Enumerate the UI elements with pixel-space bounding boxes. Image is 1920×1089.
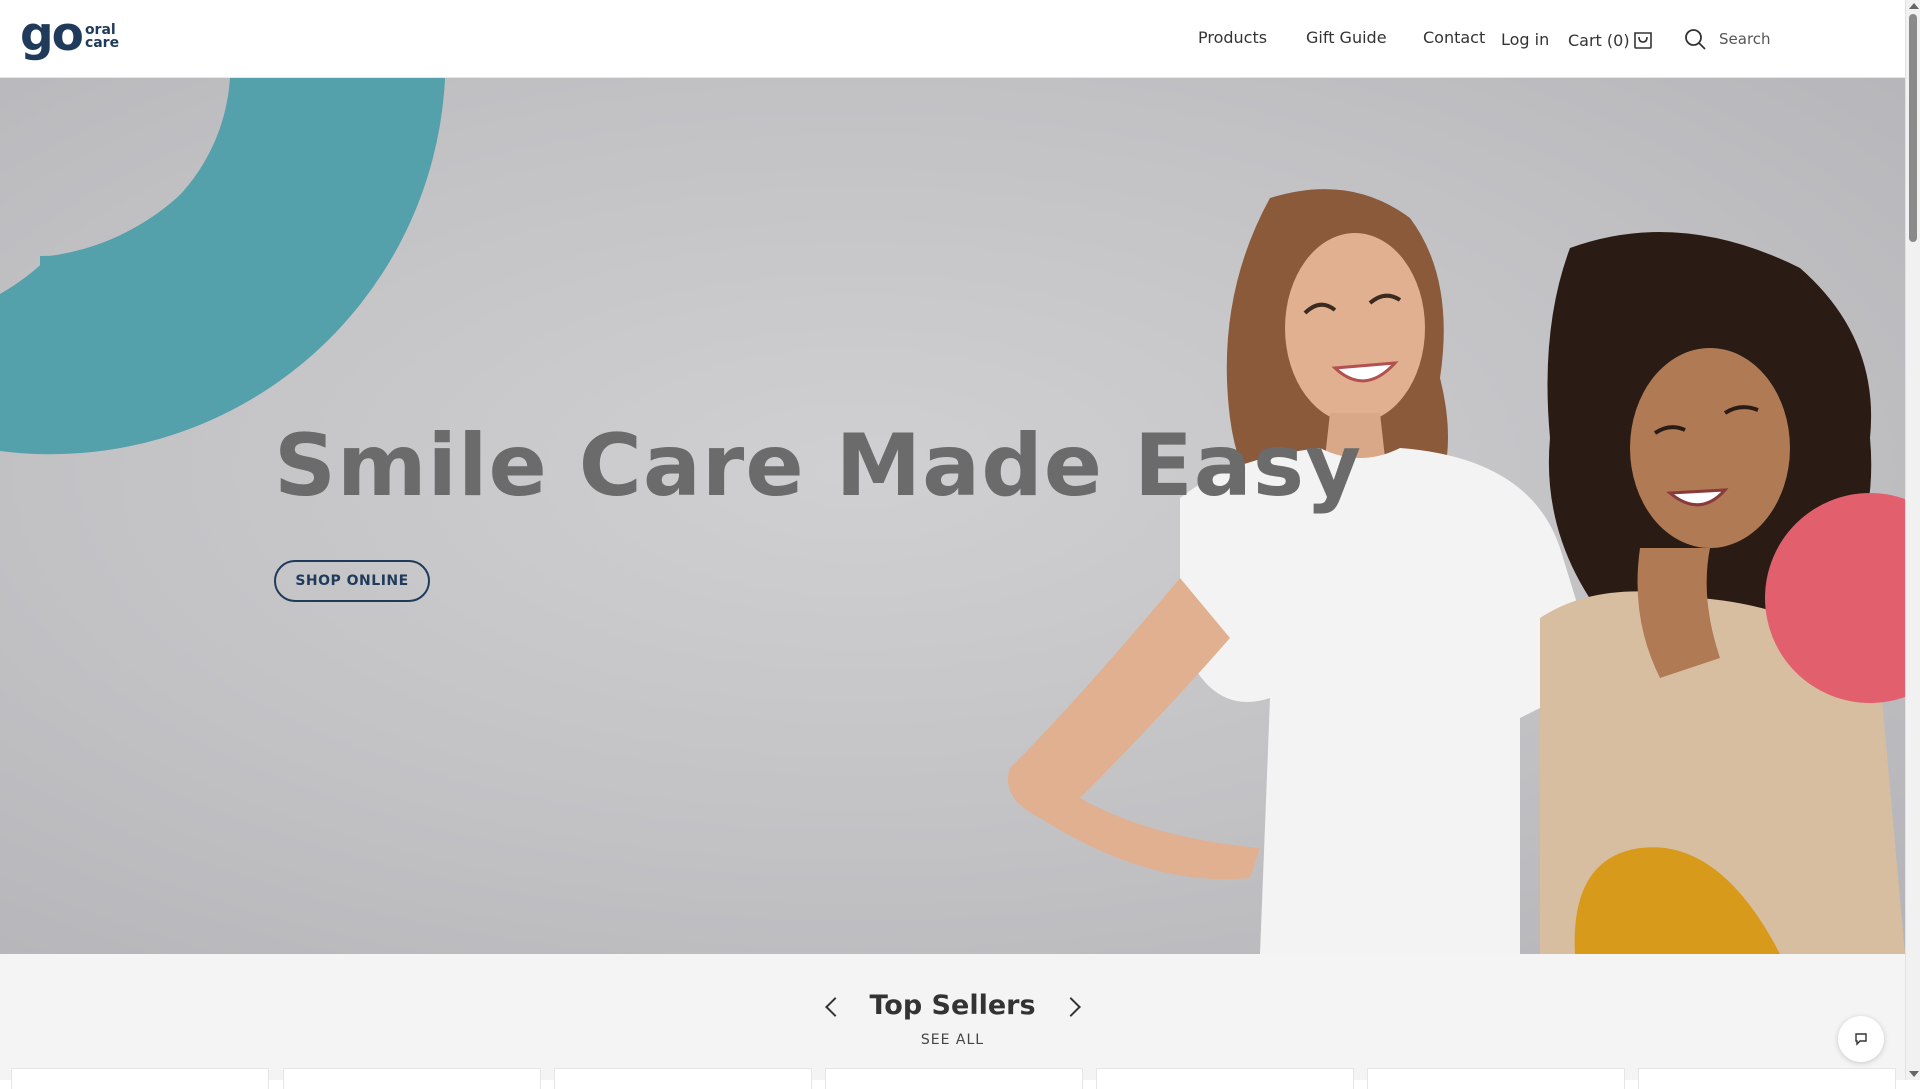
product-card[interactable]: [1096, 1068, 1354, 1089]
search-label[interactable]: Search: [1719, 30, 1771, 48]
teal-arc-shape: [0, 78, 445, 455]
scroll-down-arrow[interactable]: [1909, 1071, 1919, 1077]
top-sellers-section: Top Sellers SEE ALL: [0, 954, 1905, 1089]
logo-mark: go: [20, 6, 84, 62]
product-card[interactable]: [1638, 1068, 1896, 1089]
site-header: go oral care Products Gift Guide Contact…: [0, 0, 1905, 78]
hero-banner: Smile Care Made Easy SHOP ONLINE: [0, 78, 1905, 954]
search-icon[interactable]: [1684, 28, 1706, 50]
page-scrollbar[interactable]: [1905, 0, 1920, 1080]
hero-image: [0, 78, 1905, 954]
chat-icon: [1855, 1033, 1867, 1046]
hero-title: Smile Care Made Easy: [274, 416, 1363, 516]
logo-text: oral care: [84, 23, 120, 51]
shop-online-button[interactable]: SHOP ONLINE: [274, 560, 430, 602]
nav-cart[interactable]: Cart (0): [1568, 31, 1630, 50]
see-all-link[interactable]: SEE ALL: [0, 1032, 1905, 1048]
nav-products[interactable]: Products: [1198, 28, 1267, 47]
nav-gift-guide[interactable]: Gift Guide: [1306, 28, 1387, 47]
chat-button[interactable]: [1838, 1016, 1884, 1062]
top-sellers-title: Top Sellers: [869, 990, 1036, 1021]
woman-left: [1008, 189, 1600, 954]
product-card[interactable]: [283, 1068, 541, 1089]
scroll-up-arrow[interactable]: [1909, 3, 1919, 9]
scroll-thumb[interactable]: [1909, 14, 1917, 242]
nav-login[interactable]: Log in: [1501, 30, 1549, 49]
product-card[interactable]: [554, 1068, 812, 1089]
logo[interactable]: go oral care: [20, 11, 120, 60]
cart-icon[interactable]: [1632, 28, 1654, 50]
nav-contact[interactable]: Contact: [1423, 28, 1485, 47]
product-card[interactable]: [825, 1068, 1083, 1089]
product-card[interactable]: [1367, 1068, 1625, 1089]
logo-line-care: care: [84, 35, 120, 51]
product-card[interactable]: [11, 1068, 269, 1089]
